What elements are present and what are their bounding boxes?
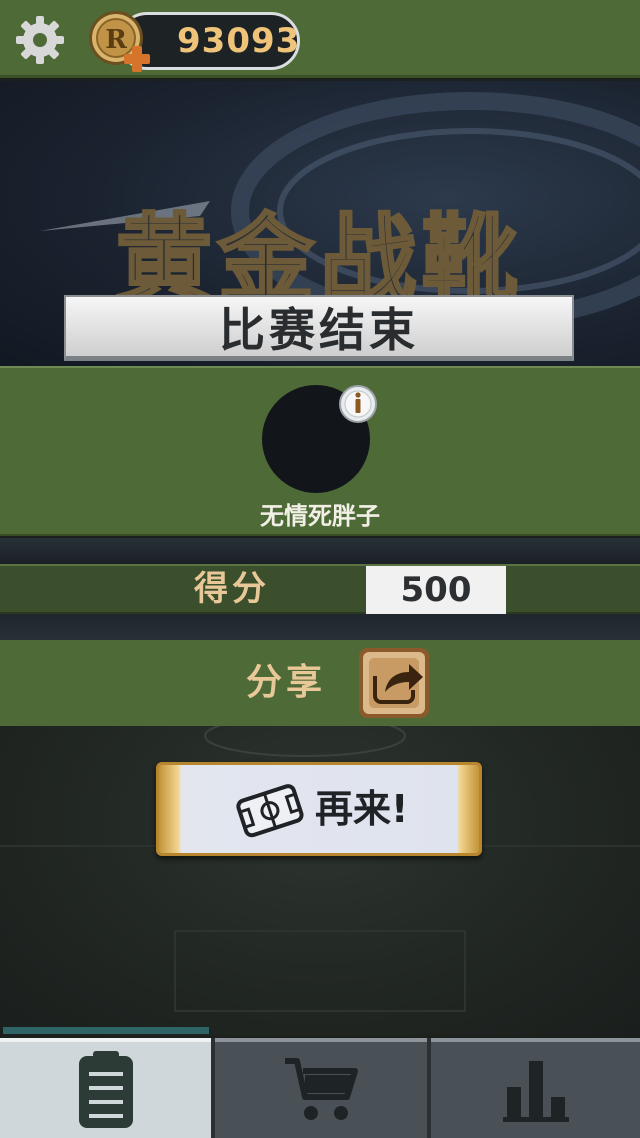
result-title: 比赛结束: [219, 302, 419, 357]
nav-progress-bar: [3, 1027, 209, 1034]
share-label: 分享: [246, 662, 327, 703]
divider: [0, 538, 640, 564]
tab-roster[interactable]: [0, 1038, 211, 1138]
replay-button[interactable]: 再来!: [156, 762, 482, 856]
score-value: 500: [366, 566, 506, 614]
shopping-cart-icon: [285, 1058, 358, 1120]
player-card: 无情死胖子: [0, 366, 640, 536]
replay-label: 再来!: [315, 787, 409, 831]
gear-icon[interactable]: [12, 12, 68, 68]
info-icon[interactable]: [339, 385, 377, 423]
player-name: 无情死胖子: [260, 502, 380, 530]
top-bar: 93093 R: [0, 0, 640, 78]
football-pitch-icon: [236, 784, 304, 838]
result-title-plate: 比赛结束: [64, 295, 574, 361]
score-row: 得分 500: [0, 564, 640, 614]
share-arrow-icon[interactable]: [357, 646, 431, 720]
coin-balance-value: 93093: [177, 21, 301, 61]
r-coin-icon[interactable]: R: [88, 10, 150, 72]
share-row: 分享: [0, 640, 640, 726]
score-label: 得分: [194, 569, 270, 609]
bottom-nav: [0, 1038, 640, 1138]
tab-leaderboard[interactable]: [431, 1038, 640, 1138]
divider: [0, 614, 640, 640]
clipboard-icon: [78, 1051, 133, 1128]
leaderboard-icon: [502, 1061, 569, 1122]
svg-text:R: R: [105, 25, 127, 55]
tab-shop[interactable]: [215, 1038, 427, 1138]
